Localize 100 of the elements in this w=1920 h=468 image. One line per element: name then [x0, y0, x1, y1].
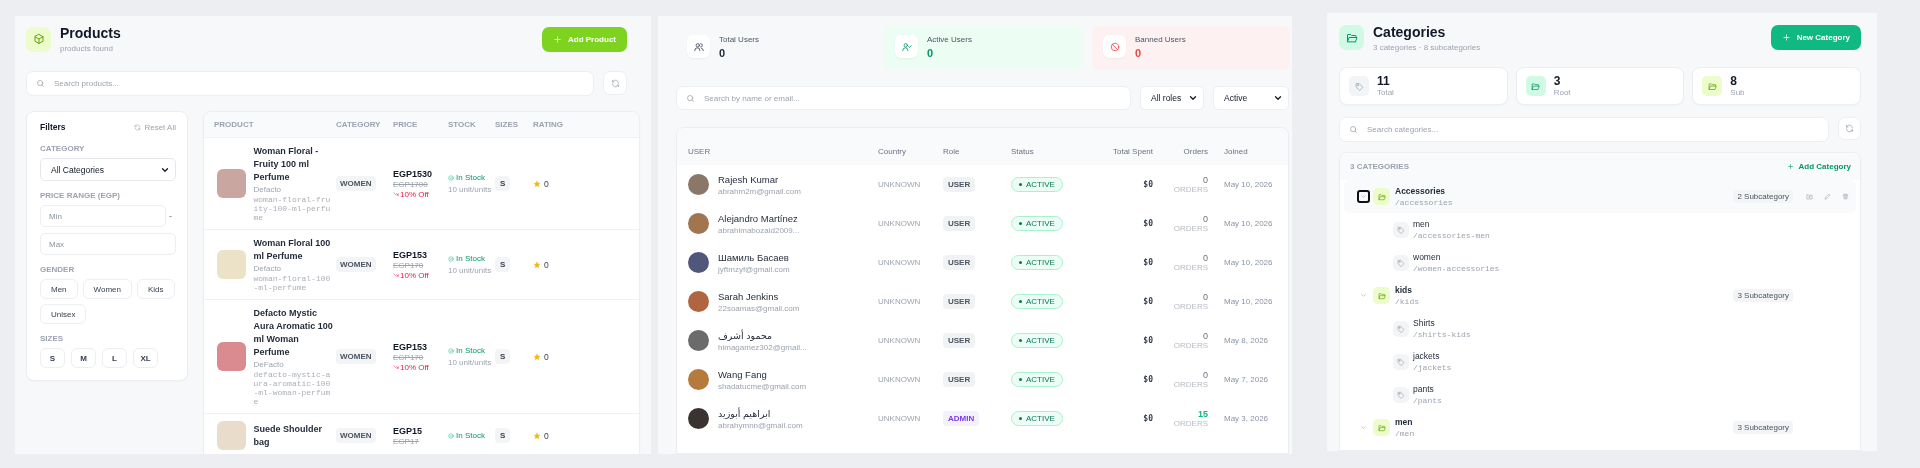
role-badge: USER: [943, 216, 976, 231]
subcategory-row[interactable]: Shirts /shirts-kids: [1340, 312, 1860, 345]
status-text: ACTIVE: [1026, 258, 1055, 267]
orders-count: 0: [1203, 175, 1208, 185]
max-price-field[interactable]: Max: [40, 233, 176, 255]
add-category-link[interactable]: Add Category: [1786, 162, 1851, 171]
gender-chip[interactable]: Men: [40, 279, 78, 299]
range-separator: -: [169, 211, 172, 221]
category-row[interactable]: Accessories /accessories 2 Subcategory: [1344, 180, 1856, 213]
check-circle-icon: [448, 256, 454, 262]
subcategory-slug: /women-accessories: [1413, 264, 1500, 273]
product-name: Suede Shoulder bag: [253, 422, 323, 449]
tag-icon: [1397, 390, 1405, 399]
avatar: [688, 213, 709, 234]
avatar: [688, 252, 709, 273]
orders-label: ORDERS: [1173, 302, 1208, 311]
subcategory-count: 3 Subcategory: [1733, 421, 1793, 434]
role-badge: USER: [943, 255, 976, 270]
product-brand: Defacto: [253, 264, 283, 273]
search-field[interactable]: Search categories...: [1339, 117, 1829, 142]
total-spent: $0: [1143, 297, 1153, 306]
user-email: himagamez302@gmail...: [718, 342, 807, 352]
orders-count: 0: [1203, 292, 1208, 302]
status-dot: [1019, 300, 1022, 303]
star-icon: [533, 179, 541, 188]
subcategory-slug: /jackets: [1413, 363, 1452, 372]
category-row[interactable]: kids /kids 3 Subcategory: [1344, 279, 1856, 312]
orders-label: ORDERS: [1173, 419, 1208, 428]
trending-down-icon: [393, 191, 399, 197]
product-name: Woman Floral 100 ml Perfume: [253, 237, 332, 263]
product-price: EGP153: [393, 341, 428, 352]
status-select[interactable]: Active: [1213, 86, 1289, 110]
joined-date: May 10, 2026: [1224, 258, 1274, 267]
category-tag: WOMEN: [336, 257, 376, 272]
orders-label: ORDERS: [1173, 224, 1208, 233]
orders-label: ORDERS: [1173, 263, 1208, 272]
column-header: Role: [943, 146, 961, 156]
subcategory-row[interactable]: jackets /jackets: [1340, 345, 1860, 378]
stat-label: Banned Users: [1135, 35, 1186, 44]
folder-icon: [1531, 81, 1541, 91]
subcategory-name: men: [1413, 219, 1431, 229]
status-text: ACTIVE: [1026, 219, 1055, 228]
status-text: ACTIVE: [1026, 180, 1055, 189]
category-select[interactable]: All Categories: [40, 158, 176, 181]
user-name: Alejandro Martínez: [718, 212, 799, 224]
subcategory-name: women: [1413, 252, 1442, 262]
size-tag: S: [495, 428, 511, 443]
avatar: [688, 174, 709, 195]
subcategory-count: 3 Subcategory: [1733, 289, 1793, 302]
role-select[interactable]: All roles: [1140, 86, 1204, 110]
size-chip[interactable]: S: [40, 348, 65, 368]
stat-label: Active Users: [927, 35, 972, 44]
product-slug: woman-floral-fruity-100-ml-perfume: [253, 195, 332, 222]
status-dot: [1019, 183, 1022, 186]
country-text: UNKNOWN: [878, 219, 922, 228]
min-price-field[interactable]: Min: [40, 205, 166, 227]
total-spent: $0: [1143, 219, 1153, 228]
rating-value: 0: [544, 351, 549, 362]
folder-icon: [1707, 81, 1717, 91]
column-header: Orders: [1182, 146, 1208, 156]
category-name: men: [1395, 417, 1414, 427]
subcategory-row[interactable]: men /accessories-men: [1340, 213, 1860, 246]
refresh-button[interactable]: [1838, 117, 1861, 140]
gender-chip[interactable]: Unisex: [40, 304, 87, 324]
star-icon: [533, 431, 541, 440]
folder-icon: [1377, 291, 1386, 300]
subcategory-name: pants: [1413, 384, 1435, 394]
plus-icon: [1781, 33, 1791, 42]
column-header: PRICE: [393, 120, 419, 129]
gender-chip[interactable]: Women: [82, 279, 132, 299]
product-brand: Defacto: [253, 185, 283, 194]
subcategory-row[interactable]: pants /pants: [1340, 378, 1860, 411]
column-header: Joined: [1223, 146, 1249, 156]
stat-label: Total Users: [719, 35, 759, 44]
size-chip[interactable]: XL: [133, 348, 158, 368]
refresh-icon: [610, 78, 620, 88]
column-header: STOCK: [448, 120, 477, 129]
status-dot: [1019, 339, 1022, 342]
plus-icon: [553, 34, 562, 44]
user-name: Шамиль Басаев: [718, 251, 790, 263]
size-chip[interactable]: L: [102, 348, 127, 368]
stat-label: Root: [1553, 88, 1571, 97]
column-header: Total Spent: [1111, 146, 1153, 156]
size-chip[interactable]: M: [71, 348, 96, 368]
product-name: Woman Floral - Fruity 100 ml Perfume: [253, 145, 320, 184]
search-icon: [36, 79, 45, 88]
search-field[interactable]: Search by name or email...: [676, 86, 1131, 110]
user-name: Wang Fang: [718, 368, 768, 380]
search-field[interactable]: Search products...: [26, 71, 594, 96]
gender-chip[interactable]: Kids: [137, 279, 175, 299]
joined-date: May 7, 2026: [1224, 375, 1270, 384]
category-slug: /men: [1395, 429, 1415, 438]
subcategory-row[interactable]: women /women-accessories: [1340, 246, 1860, 279]
user-email: abrahm2m@gmail.com: [718, 186, 801, 196]
joined-date: May 3, 2026: [1224, 414, 1270, 423]
category-row[interactable]: men /men 3 Subcategory: [1344, 411, 1856, 444]
user-name: Rajesh Kumar: [718, 173, 780, 185]
folder-icon: [1377, 192, 1386, 201]
refresh-button[interactable]: [603, 71, 627, 95]
filter-label: SIZES: [40, 334, 65, 343]
